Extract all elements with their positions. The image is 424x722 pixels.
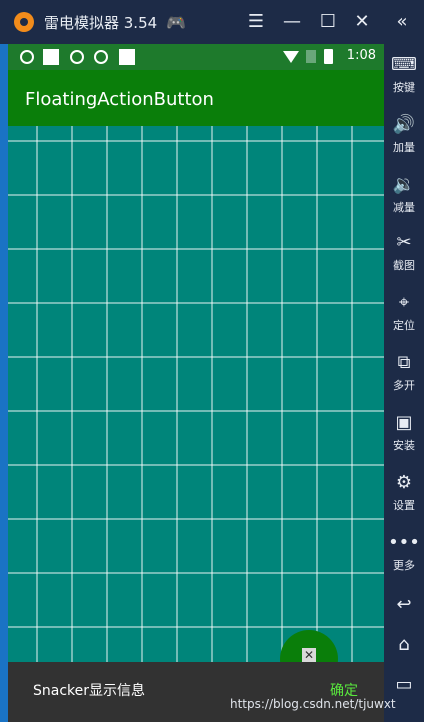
snackbar: Snacker显示信息 确定 xyxy=(8,662,384,722)
volume-down-icon: 🔉 xyxy=(392,174,416,195)
notification-icon xyxy=(43,49,59,65)
home-button[interactable]: ⌂ xyxy=(384,634,424,656)
notification-icon xyxy=(94,50,108,64)
emulator-titlebar: 雷电模拟器 3.54 🎮 ☰ — ☐ ✕ « xyxy=(0,0,424,44)
page-title: FloatingActionButton xyxy=(25,89,214,110)
window-title: 雷电模拟器 3.54 xyxy=(44,14,158,32)
gear-icon: ⚙ xyxy=(395,472,413,493)
toolbar-item-volume-up[interactable]: 🔊 加量 xyxy=(384,114,424,155)
maximize-button[interactable]: ☐ xyxy=(316,10,340,34)
toolbar-item-settings[interactable]: ⚙ 设置 xyxy=(384,472,424,513)
apk-install-icon: ▣ xyxy=(395,412,413,433)
sim-icon xyxy=(306,50,316,63)
emulator-toolbar: ⌨ 按键 🔊 加量 🔉 减量 ✂ 截图 ⌖ 定位 ⧉ 多开 ▣ 安装 ⚙ 设置 … xyxy=(384,44,424,722)
multi-instance-icon: ⧉ xyxy=(397,352,411,373)
app-logo-icon xyxy=(14,12,34,32)
recents-button[interactable]: ▭ xyxy=(384,674,424,696)
status-bar: 1:08 xyxy=(8,44,384,70)
minimize-button[interactable]: — xyxy=(280,10,304,34)
toolbar-item-more[interactable]: ••• 更多 xyxy=(384,532,424,573)
phone-screen: 1:08 FloatingActionButton ✕ Snacker显示信息 … xyxy=(8,44,384,722)
snackbar-message: Snacker显示信息 xyxy=(33,683,146,699)
scissors-icon: ✂ xyxy=(396,232,412,253)
home-icon: ⌂ xyxy=(398,634,410,655)
watermark: https://blog.csdn.net/tjuwxt xyxy=(230,697,396,711)
app-bar: FloatingActionButton xyxy=(8,70,384,126)
location-pin-icon: ⌖ xyxy=(398,292,410,313)
toolbar-item-multi-instance[interactable]: ⧉ 多开 xyxy=(384,352,424,393)
toolbar-item-keys[interactable]: ⌨ 按键 xyxy=(384,54,424,95)
battery-icon xyxy=(324,49,333,64)
more-dots-icon: ••• xyxy=(388,532,420,553)
toolbar-item-screenshot[interactable]: ✂ 截图 xyxy=(384,232,424,273)
toolbar-item-install[interactable]: ▣ 安装 xyxy=(384,412,424,453)
menu-button[interactable]: ☰ xyxy=(244,10,268,34)
back-icon: ↩ xyxy=(396,594,412,615)
notification-icon xyxy=(70,50,84,64)
back-button[interactable]: ↩ xyxy=(384,594,424,616)
recents-icon: ▭ xyxy=(395,674,413,695)
close-icon: ✕ xyxy=(302,648,316,662)
toolbar-item-location[interactable]: ⌖ 定位 xyxy=(384,292,424,333)
notification-icon xyxy=(119,49,135,65)
notification-icon xyxy=(20,50,34,64)
volume-up-icon: 🔊 xyxy=(392,114,416,135)
close-button[interactable]: ✕ xyxy=(350,10,374,34)
collapse-sidebar-button[interactable]: « xyxy=(386,10,418,34)
toolbar-item-volume-down[interactable]: 🔉 减量 xyxy=(384,174,424,215)
keyboard-icon: ⌨ xyxy=(391,54,417,75)
grid-background xyxy=(8,126,384,686)
gamepad-icon[interactable]: 🎮 xyxy=(166,13,186,32)
wifi-icon xyxy=(283,51,299,63)
status-time: 1:08 xyxy=(346,48,376,63)
